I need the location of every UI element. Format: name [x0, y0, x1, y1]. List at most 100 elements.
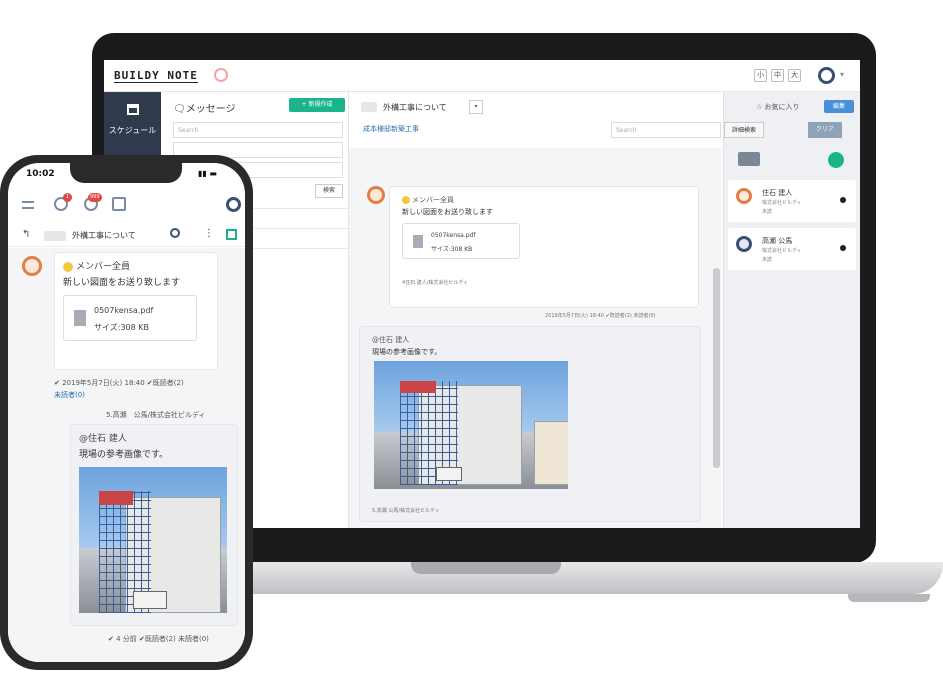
chat-area: 外構工事について ▾ 成本様邸新築工事 Search メンバー全員 新しい図面を… — [349, 92, 723, 528]
member-name: 高瀬 公馬 — [762, 237, 793, 245]
phone-thread-bar: ↰ 外構工事について ⋮ — [8, 225, 245, 247]
site-photo[interactable] — [374, 361, 568, 489]
laptop-notch — [411, 562, 561, 574]
avatar — [22, 256, 42, 276]
download-icon[interactable] — [112, 197, 126, 211]
message-sender: 5.高瀬 公馬/株式会社ビルディ — [372, 508, 440, 514]
mention: @住石 建人 — [372, 336, 410, 344]
app-logo[interactable]: BUILDY NOTE — [114, 69, 198, 83]
mention-text: メンバー全員 — [412, 196, 454, 204]
message-meta: 2019年5月7日(火) 18:40 ✔既読者(2) 未読者(0) — [545, 313, 656, 319]
more-icon[interactable]: ⋮ — [204, 228, 214, 239]
chat-body: メンバー全員 新しい図面をお送り致します 0507kensa.pdf サイズ:3… — [349, 148, 721, 528]
member-status: 未読 — [762, 209, 773, 215]
file-size: サイズ:308 KB — [94, 323, 150, 332]
thread-title: 外構工事について — [383, 103, 447, 112]
new-message-button[interactable]: + 新規作成 — [289, 98, 345, 112]
chevron-down-icon[interactable]: ▾ — [840, 70, 844, 79]
phone-chat-body: メンバー全員 新しい図面をお送り致します 0507kensa.pdf サイズ:3… — [8, 248, 245, 662]
thread-subtitle[interactable]: 成本様邸新築工事 — [363, 124, 419, 134]
site-photo[interactable] — [79, 467, 227, 613]
online-indicator — [840, 197, 846, 203]
search-icon[interactable] — [170, 228, 180, 238]
phone-top-bar: 1 999 — [8, 187, 245, 223]
detail-search-button[interactable]: 詳細検索 — [724, 122, 764, 138]
file-name: 0507kensa.pdf — [94, 306, 154, 315]
phone-screen: 10:02 ▮▮ ▬ 1 999 ↰ 外構工事について ⋮ メンバー全員 新しい… — [8, 163, 245, 662]
group-icon — [402, 196, 410, 204]
video-call-icon[interactable] — [738, 152, 760, 166]
roof-shape — [99, 491, 133, 505]
status-clock: 10:02 — [26, 169, 55, 179]
unread-count[interactable]: 未読者(0) — [54, 390, 85, 400]
laptop-foot — [848, 594, 930, 602]
thread-dropdown[interactable]: ▾ — [469, 100, 483, 114]
thread-tag-icon — [44, 231, 66, 241]
message-badge: 999 — [88, 193, 102, 202]
message-bubble: @住石 建人 現場の参考画像です。 5.高瀬 公馬/株式会社ビルディ — [359, 326, 701, 522]
scrollbar[interactable] — [713, 268, 720, 468]
nav-item-schedule[interactable]: スケジュール — [104, 100, 161, 140]
nav-item-label: スケジュール — [108, 126, 157, 135]
file-attachment[interactable]: 0507kensa.pdf サイズ:308 KB — [63, 295, 197, 341]
avatar — [367, 186, 385, 204]
search-input[interactable]: Search — [173, 122, 343, 138]
thread-title: 外構工事について — [72, 231, 136, 240]
truck-shape — [133, 591, 167, 609]
edit-button[interactable]: 編集 — [824, 100, 854, 113]
clear-button[interactable]: クリア — [808, 122, 842, 138]
edit-icon[interactable] — [226, 229, 237, 240]
back-icon[interactable]: ↰ — [22, 229, 30, 240]
chat-icon: 🗨 — [173, 104, 186, 115]
member-name: 住石 建人 — [762, 189, 793, 197]
mention: @住石 建人 — [79, 434, 127, 444]
user-avatar-icon[interactable] — [818, 67, 835, 84]
message-bubble: @住石 建人 現場の参考画像です。 — [70, 424, 238, 626]
mention: メンバー全員 — [63, 259, 130, 272]
calendar-icon — [126, 104, 139, 115]
font-large-button[interactable]: 大 — [788, 69, 801, 82]
product-showcase: BUILDY NOTE 小 中 大 ▾ スケジュール 🗨メッセージ + 新規作成… — [0, 0, 943, 674]
app-header: BUILDY NOTE 小 中 大 ▾ — [104, 60, 860, 92]
neighbor-house-shape — [534, 421, 568, 485]
star-icon: ☆ — [756, 103, 765, 111]
group-icon — [63, 261, 73, 272]
truck-shape — [436, 467, 462, 481]
font-medium-button[interactable]: 中 — [771, 69, 784, 82]
member-status: 未読 — [762, 257, 773, 263]
file-icon — [74, 310, 86, 326]
avatar — [736, 188, 752, 204]
add-member-icon[interactable] — [828, 152, 844, 168]
menu-icon[interactable] — [22, 201, 34, 209]
favorite-button[interactable]: ☆ お気に入り — [756, 102, 800, 112]
member-company: 株式会社ビルディ — [762, 248, 802, 254]
message-sender: 5.高瀬 公馬/株式会社ビルディ — [106, 411, 206, 419]
notification-badge: 1 — [63, 193, 72, 202]
message-bubble: メンバー全員 新しい図面をお送り致します 0507kensa.pdf サイズ:3… — [389, 186, 699, 308]
member-company: 株式会社ビルディ — [762, 200, 802, 206]
panel-title: 🗨メッセージ — [173, 100, 236, 115]
message-sender: 4住石 建人/株式会社ビルディ — [402, 280, 469, 286]
user-avatar-icon[interactable] — [226, 197, 241, 212]
message-text: 新しい図面をお送り致します — [402, 208, 493, 216]
message-text: 現場の参考画像です。 — [372, 348, 442, 356]
font-small-button[interactable]: 小 — [754, 69, 767, 82]
mention: メンバー全員 — [402, 195, 454, 205]
notification-icon[interactable] — [214, 68, 228, 82]
file-name: 0507kensa.pdf — [431, 232, 476, 239]
member-panel: ☆ お気に入り 編集 詳細検索 クリア 住石 建人 株式会社ビルディ 未読 高瀬… — [723, 92, 860, 528]
message-bubble: メンバー全員 新しい図面をお送り致します 0507kensa.pdf サイズ:3… — [54, 252, 218, 370]
message-meta: ✔ 2019年5月7日(火) 18:40 ✔既読者(2) — [54, 379, 184, 387]
roof-shape — [400, 381, 436, 393]
signal-battery-icon: ▮▮ ▬ — [198, 169, 217, 178]
member-card[interactable]: 高瀬 公馬 株式会社ビルディ 未読 — [728, 228, 856, 270]
mention-text: メンバー全員 — [76, 262, 131, 272]
file-attachment[interactable]: 0507kensa.pdf サイズ:308 KB — [402, 223, 520, 259]
search-button[interactable]: 検索 — [315, 184, 343, 198]
favorite-label: お気に入り — [764, 103, 800, 111]
message-meta: ✔ 4 分前 ✔既読者(2) 未読者(0) — [108, 635, 209, 643]
member-card[interactable]: 住石 建人 株式会社ビルディ 未読 — [728, 180, 856, 222]
avatar — [736, 236, 752, 252]
chat-search-input[interactable]: Search — [611, 122, 721, 138]
thread-tag-icon — [361, 102, 377, 112]
